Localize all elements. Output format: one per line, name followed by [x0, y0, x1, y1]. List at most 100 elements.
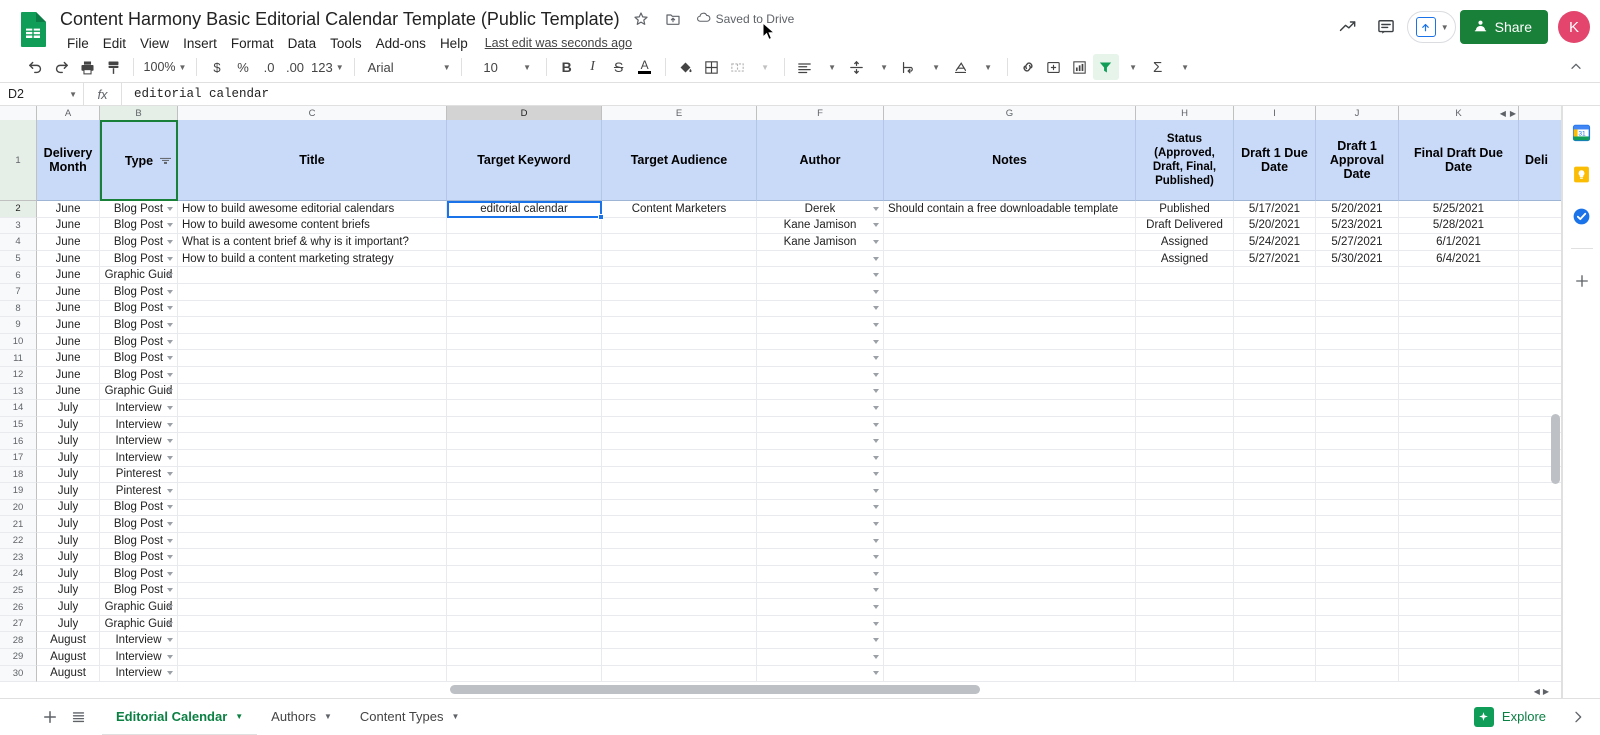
- chevron-down-icon[interactable]: ▼: [324, 712, 332, 721]
- cell-target-audience-r22[interactable]: [602, 532, 757, 550]
- rotation-dropdown-icon[interactable]: ▼: [974, 54, 1000, 80]
- menu-item-format[interactable]: Format: [224, 34, 281, 53]
- cell-type-r18[interactable]: Pinterest: [100, 466, 178, 484]
- last-edit-link[interactable]: Last edit was seconds ago: [485, 36, 632, 50]
- dropdown-arrow-icon[interactable]: [873, 389, 879, 394]
- cell-type-r26[interactable]: Graphic Guid: [100, 599, 178, 616]
- cell-target-audience-r29[interactable]: [602, 649, 757, 666]
- cell-final-draft-due-date-r19[interactable]: [1399, 483, 1519, 500]
- cell-final-draft-due-date-r3[interactable]: 5/28/2021: [1399, 217, 1519, 235]
- dropdown-arrow-icon[interactable]: [167, 405, 173, 410]
- cell-draft1-due-date-r29[interactable]: [1234, 649, 1316, 666]
- filter-icon[interactable]: [160, 157, 171, 164]
- decrease-decimal-button[interactable]: .0: [256, 54, 282, 80]
- cell-type-r30[interactable]: Interview: [100, 665, 178, 683]
- cell-target-audience-r14[interactable]: [602, 400, 757, 417]
- cell-author-r28[interactable]: [757, 632, 884, 650]
- cell-delivery-month-r14[interactable]: July: [37, 400, 100, 417]
- dropdown-arrow-icon[interactable]: [167, 223, 173, 228]
- cell-final-draft-due-date-r24[interactable]: [1399, 566, 1519, 583]
- cell-draft1-approval-date-r12[interactable]: [1316, 366, 1399, 384]
- menu-item-data[interactable]: Data: [281, 34, 324, 53]
- cell-type-r25[interactable]: Blog Post: [100, 582, 178, 600]
- bold-button[interactable]: B: [554, 54, 580, 80]
- dropdown-arrow-icon[interactable]: [873, 638, 879, 643]
- cell-delivery-month-r6[interactable]: June: [37, 267, 100, 284]
- cell-target-audience-r18[interactable]: [602, 466, 757, 484]
- row-header-16[interactable]: 16: [0, 433, 37, 450]
- cell-draft1-due-date-r21[interactable]: [1234, 516, 1316, 533]
- cell-final-draft-due-date-r20[interactable]: [1399, 499, 1519, 517]
- cell-status-r3[interactable]: Draft Delivered: [1136, 217, 1234, 235]
- column-header-d[interactable]: D: [447, 106, 602, 120]
- cell-draft1-approval-date-r27[interactable]: [1316, 615, 1399, 633]
- cell-final-draft-due-date-r2[interactable]: 5/25/2021: [1399, 201, 1519, 218]
- wrap-dropdown-icon[interactable]: ▼: [922, 54, 948, 80]
- cell-type-r6[interactable]: Graphic Guid: [100, 267, 178, 284]
- column-header-k[interactable]: K ◀ ▶: [1399, 106, 1519, 120]
- cell-target-audience-r4[interactable]: [602, 234, 757, 251]
- redo-icon[interactable]: [48, 54, 74, 80]
- star-icon[interactable]: [630, 8, 652, 30]
- cell-target-keyword-r30[interactable]: [447, 665, 602, 683]
- insert-chart-icon[interactable]: [1067, 54, 1093, 80]
- row-header-7[interactable]: 7: [0, 283, 37, 301]
- dropdown-arrow-icon[interactable]: [873, 289, 879, 294]
- cell-target-keyword-r28[interactable]: [447, 632, 602, 650]
- dropdown-arrow-icon[interactable]: [873, 538, 879, 543]
- cell-type-r15[interactable]: Interview: [100, 416, 178, 434]
- vertical-scrollbar-thumb[interactable]: [1551, 414, 1560, 484]
- cell-delivery-month-r22[interactable]: July: [37, 532, 100, 550]
- cell-draft1-approval-date-r23[interactable]: [1316, 549, 1399, 567]
- cell-draft1-approval-date-r6[interactable]: [1316, 267, 1399, 284]
- cell-draft1-approval-date-r25[interactable]: [1316, 582, 1399, 600]
- dropdown-arrow-icon[interactable]: [873, 223, 879, 228]
- column-header-a[interactable]: A: [37, 106, 100, 120]
- cell-target-keyword-r15[interactable]: [447, 416, 602, 434]
- cell-target-keyword-r26[interactable]: [447, 599, 602, 616]
- dropdown-arrow-icon[interactable]: [167, 638, 173, 643]
- cell-title-r14[interactable]: [178, 400, 447, 417]
- valign-dropdown-icon[interactable]: ▼: [870, 54, 896, 80]
- cell-target-keyword-r16[interactable]: [447, 433, 602, 450]
- cell-status-r21[interactable]: [1136, 516, 1234, 533]
- cell-draft1-due-date-r22[interactable]: [1234, 532, 1316, 550]
- cell-notes-r8[interactable]: [884, 300, 1136, 318]
- dropdown-arrow-icon[interactable]: [167, 538, 173, 543]
- dropdown-arrow-icon[interactable]: [167, 555, 173, 560]
- cell-delivery-month-r18[interactable]: July: [37, 466, 100, 484]
- cell-author-r20[interactable]: [757, 499, 884, 517]
- halign-dropdown-icon[interactable]: ▼: [818, 54, 844, 80]
- cell-draft1-approval-date-r29[interactable]: [1316, 649, 1399, 666]
- row-header-1[interactable]: 1: [0, 120, 37, 201]
- cell-draft1-approval-date-r17[interactable]: [1316, 449, 1399, 467]
- cell-target-audience-r30[interactable]: [602, 665, 757, 683]
- cell-delivery-month-r4[interactable]: June: [37, 234, 100, 251]
- cell-draft1-due-date-r10[interactable]: [1234, 333, 1316, 351]
- vertical-align-icon[interactable]: [844, 54, 870, 80]
- cell-target-keyword-r6[interactable]: [447, 267, 602, 284]
- dropdown-arrow-icon[interactable]: [167, 522, 173, 527]
- cell-draft1-due-date-r6[interactable]: [1234, 267, 1316, 284]
- cell-draft1-due-date-r9[interactable]: [1234, 317, 1316, 334]
- row-header-19[interactable]: 19: [0, 483, 37, 500]
- cell-target-audience-r16[interactable]: [602, 433, 757, 450]
- cell-status-r13[interactable]: [1136, 383, 1234, 401]
- zoom-selector[interactable]: 100% ▼: [141, 54, 189, 80]
- dropdown-arrow-icon[interactable]: [167, 239, 173, 244]
- dropdown-arrow-icon[interactable]: [873, 422, 879, 427]
- cell-delivery-month-r24[interactable]: July: [37, 566, 100, 583]
- add-addon-icon[interactable]: [1570, 269, 1594, 293]
- cell-title-r21[interactable]: [178, 516, 447, 533]
- dropdown-arrow-icon[interactable]: [873, 621, 879, 626]
- cell-title-r29[interactable]: [178, 649, 447, 666]
- insert-link-icon[interactable]: [1015, 54, 1041, 80]
- cell-draft1-due-date-r18[interactable]: [1234, 466, 1316, 484]
- cell-author-r3[interactable]: Kane Jamison: [757, 217, 884, 235]
- cell-status-r22[interactable]: [1136, 532, 1234, 550]
- cell-target-audience-r23[interactable]: [602, 549, 757, 567]
- cell-status-r23[interactable]: [1136, 549, 1234, 567]
- cell-type-r3[interactable]: Blog Post: [100, 217, 178, 235]
- row-header-3[interactable]: 3: [0, 217, 37, 235]
- cell-status-r29[interactable]: [1136, 649, 1234, 666]
